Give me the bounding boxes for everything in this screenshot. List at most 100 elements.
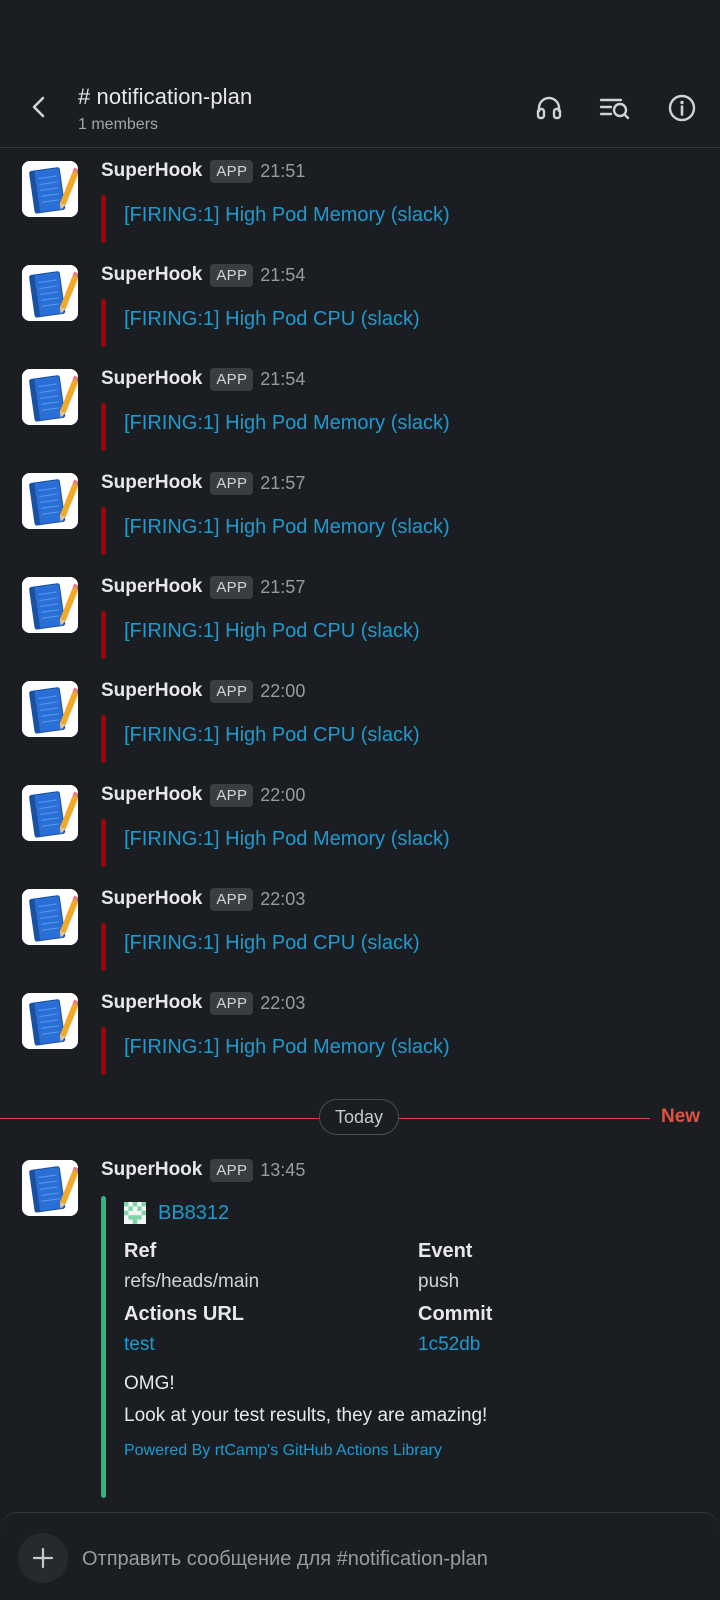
message-time: 22:03 (260, 992, 306, 1013)
message-time: 22:00 (260, 680, 306, 701)
message-time: 21:57 (260, 576, 306, 597)
sender-name[interactable]: SuperHook (101, 992, 202, 1014)
message-header: SuperHook APP 22:00 (101, 781, 305, 809)
message-item[interactable]: SuperHook APP 22:03 [FIRING:1] High Pod … (0, 981, 720, 1085)
attachment-author[interactable]: BB8312 (124, 1196, 704, 1230)
channel-title-area[interactable]: # notification-plan 1 members (78, 84, 252, 134)
sender-name[interactable]: SuperHook (101, 160, 202, 182)
info-icon (668, 94, 696, 122)
app-badge: APP (210, 887, 254, 911)
field-title: Commit (418, 1303, 493, 1325)
avatar[interactable] (22, 161, 78, 217)
app-badge: APP (210, 367, 254, 391)
avatar[interactable] (22, 265, 78, 321)
alert-title-link[interactable]: [FIRING:1] High Pod CPU (slack) (124, 724, 420, 747)
avatar[interactable] (22, 993, 78, 1049)
avatar[interactable] (22, 1160, 78, 1216)
sender-name[interactable]: SuperHook (101, 888, 202, 910)
field-event: Event push (418, 1240, 698, 1293)
notebook-pencil-icon (22, 889, 78, 945)
avatar[interactable] (22, 473, 78, 529)
message-item[interactable]: SuperHook APP 21:57 [FIRING:1] High Pod … (0, 565, 720, 669)
message-item[interactable]: SuperHook APP 21:51 [FIRING:1] High Pod … (0, 149, 720, 253)
message-item[interactable]: SuperHook APP 22:00 [FIRING:1] High Pod … (0, 773, 720, 877)
message-item[interactable]: SuperHook APP 21:54 [FIRING:1] High Pod … (0, 253, 720, 357)
message-input[interactable] (82, 1543, 692, 1575)
sender-name[interactable]: SuperHook (101, 472, 202, 494)
alert-title-link[interactable]: [FIRING:1] High Pod Memory (slack) (124, 1036, 450, 1059)
notebook-pencil-icon (22, 681, 78, 737)
notebook-pencil-icon (22, 265, 78, 321)
sender-name[interactable]: SuperHook (101, 1159, 202, 1181)
alert-title-link[interactable]: [FIRING:1] High Pod Memory (slack) (124, 412, 450, 435)
field-actions-url: Actions URL test (124, 1303, 418, 1356)
attachment-color-bar (101, 1196, 106, 1498)
attachment-color-bar (101, 403, 106, 451)
attachment-footer-link[interactable]: Powered By rtCamp's GitHub Actions Libra… (124, 1442, 704, 1460)
attachment-body: Look at your test results, they are amaz… (124, 1405, 488, 1426)
chevron-left-icon (32, 96, 45, 118)
message-header: SuperHook APP 22:03 (101, 885, 305, 913)
message-item[interactable]: SuperHook APP 22:03 [FIRING:1] High Pod … (0, 877, 720, 981)
attachment-author-name[interactable]: BB8312 (158, 1202, 229, 1225)
message-item[interactable]: SuperHook APP 21:54 [FIRING:1] High Pod … (0, 357, 720, 461)
alert-title-link[interactable]: [FIRING:1] High Pod Memory (slack) (124, 516, 450, 539)
avatar[interactable] (22, 681, 78, 737)
attachment-color-bar (101, 195, 106, 243)
attachment-color-bar (101, 715, 106, 763)
sender-name[interactable]: SuperHook (101, 784, 202, 806)
alert-title-link[interactable]: [FIRING:1] High Pod Memory (slack) (124, 204, 450, 227)
avatar[interactable] (22, 785, 78, 841)
sender-name[interactable]: SuperHook (101, 264, 202, 286)
message-time: 22:03 (260, 888, 306, 909)
alert-title-link[interactable]: [FIRING:1] High Pod CPU (slack) (124, 308, 420, 331)
alert-title-link[interactable]: [FIRING:1] High Pod Memory (slack) (124, 828, 450, 851)
attachment-color-bar (101, 1027, 106, 1075)
member-count: 1 members (78, 116, 159, 133)
attachment-fields: Ref refs/heads/main Event push Actions U… (124, 1240, 704, 1356)
message-header: SuperHook APP 21:57 (101, 469, 305, 497)
avatar[interactable] (22, 889, 78, 945)
avatar[interactable] (22, 577, 78, 633)
notebook-pencil-icon (22, 993, 78, 1049)
huddle-button[interactable] (533, 92, 565, 124)
day-divider: Today New (0, 1098, 720, 1140)
notebook-pencil-icon (22, 577, 78, 633)
message-header: SuperHook APP 21:54 (101, 261, 305, 289)
alert-title-link[interactable]: [FIRING:1] High Pod CPU (slack) (124, 620, 420, 643)
message-item[interactable]: SuperHook APP 21:57 [FIRING:1] High Pod … (0, 461, 720, 565)
sender-name[interactable]: SuperHook (101, 368, 202, 390)
new-messages-line (398, 1118, 650, 1119)
message-time: 13:45 (260, 1159, 306, 1180)
message-header: SuperHook APP 21:51 (101, 157, 305, 185)
add-attachment-button[interactable] (18, 1533, 68, 1583)
message-list[interactable]: SuperHook APP 21:51 [FIRING:1] High Pod … (0, 149, 720, 1085)
field-title: Ref (124, 1240, 157, 1262)
search-in-channel-button[interactable] (599, 92, 631, 124)
channel-title: # notification-plan (78, 84, 253, 109)
field-title: Actions URL (124, 1303, 244, 1325)
sender-name[interactable]: SuperHook (101, 576, 202, 598)
day-label[interactable]: Today (319, 1099, 399, 1135)
search-list-icon (599, 98, 630, 120)
field-ref: Ref refs/heads/main (124, 1240, 418, 1293)
field-value-link[interactable]: 1c52db (418, 1334, 698, 1356)
notebook-pencil-icon (22, 369, 78, 425)
message-header: SuperHook APP 21:54 (101, 365, 305, 393)
field-value: refs/heads/main (124, 1271, 260, 1292)
app-badge: APP (210, 991, 254, 1015)
app-badge: APP (210, 783, 254, 807)
message-item-with-attachment[interactable]: SuperHook APP 13:45 BB8312 Ref refs/head… (0, 1150, 720, 1500)
attachment-title-line: OMG! (124, 1373, 175, 1394)
alert-title-link[interactable]: [FIRING:1] High Pod CPU (slack) (124, 932, 420, 955)
attachment-color-bar (101, 507, 106, 555)
field-value-link[interactable]: test (124, 1334, 418, 1356)
sender-name[interactable]: SuperHook (101, 680, 202, 702)
back-button[interactable] (24, 92, 54, 122)
attachment-color-bar (101, 611, 106, 659)
channel-info-button[interactable] (666, 92, 698, 124)
message-item[interactable]: SuperHook APP 22:00 [FIRING:1] High Pod … (0, 669, 720, 773)
field-title: Event (418, 1240, 473, 1262)
new-messages-label: New (661, 1106, 701, 1127)
avatar[interactable] (22, 369, 78, 425)
